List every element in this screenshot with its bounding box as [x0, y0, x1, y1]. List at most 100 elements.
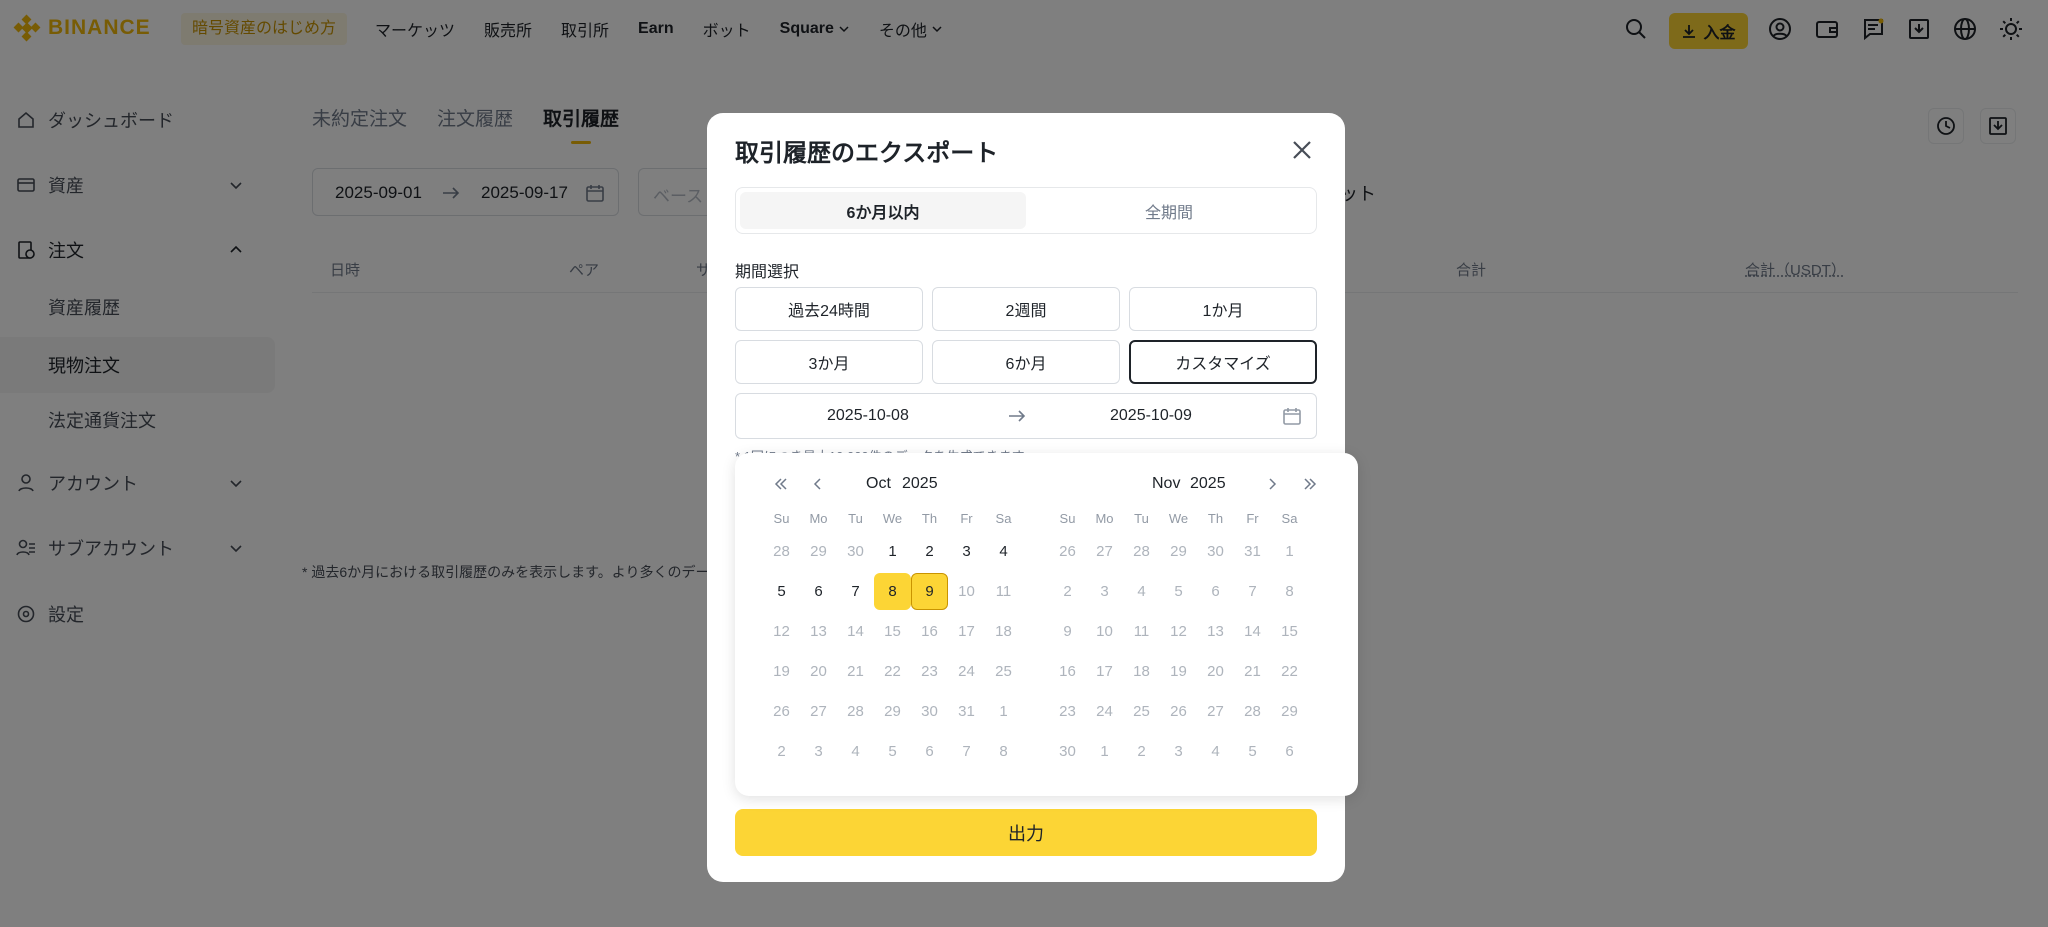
calendar-day: 6	[1211, 583, 1220, 600]
calendar-icon[interactable]	[1282, 406, 1302, 426]
weekday-label: Tu	[848, 511, 863, 526]
calendar-day: 5	[1174, 583, 1183, 600]
period-2w-button[interactable]: 2週間	[932, 287, 1120, 331]
calendar-day[interactable]: 1	[874, 533, 911, 570]
calendar-day: 30	[921, 703, 938, 720]
next-month-icon[interactable]	[1263, 475, 1281, 493]
calendar-day: 31	[958, 703, 975, 720]
calendar-day: 2	[1063, 583, 1072, 600]
calendar-day: 8	[1285, 583, 1294, 600]
calendar-day: 24	[1096, 703, 1113, 720]
calendar-day: 6	[925, 743, 934, 760]
calendar-day: 16	[1059, 663, 1076, 680]
weekday-label: Mo	[1095, 511, 1114, 526]
end-date[interactable]: 2025-10-09	[1110, 407, 1192, 425]
calendar-day: 16	[921, 623, 938, 640]
calendar-day: 7	[1248, 583, 1257, 600]
date-picker: Oct 2025 Nov 2025 Su Mo Tu We Th Fr Sa 28 29 30 1 2…	[735, 453, 1358, 796]
weekday-label: Su	[773, 511, 790, 526]
calendar-day: 28	[847, 703, 864, 720]
calendar-day: 20	[810, 663, 827, 680]
calendar-day[interactable]: 7	[837, 573, 874, 610]
calendar-day: 5	[888, 743, 897, 760]
weekday-label: Th	[921, 511, 938, 526]
calendar-day: 29	[884, 703, 901, 720]
calendar-day: 26	[773, 703, 790, 720]
modal-title: 取引履歴のエクスポート	[735, 140, 999, 167]
calendar-day: 24	[958, 663, 975, 680]
weekday-label: Sa	[995, 511, 1012, 526]
calendar-day: 11	[1133, 623, 1150, 640]
weekday-label: Mo	[809, 511, 828, 526]
calendar-day: 15	[1281, 623, 1298, 640]
calendar-day: 4	[1137, 583, 1146, 600]
seg-all-time[interactable]: 全期間	[1026, 192, 1312, 229]
period-3m-button[interactable]: 3か月	[735, 340, 923, 384]
calendar-day: 30	[1059, 743, 1076, 760]
calendar-day: 29	[1170, 543, 1187, 560]
calendar-day: 14	[847, 623, 864, 640]
calendar-day: 8	[999, 743, 1008, 760]
calendar-day: 27	[810, 703, 827, 720]
calendar-day: 12	[773, 623, 790, 640]
calendar-day: 17	[958, 623, 975, 640]
period-6m-button[interactable]: 6か月	[932, 340, 1120, 384]
calendar-day: 3	[814, 743, 823, 760]
calendar-day[interactable]: 8	[874, 573, 911, 610]
calendar-day: 20	[1207, 663, 1224, 680]
export-button[interactable]: 出力	[735, 809, 1317, 856]
calendar-day: 17	[1096, 663, 1113, 680]
calendar-day[interactable]: 4	[985, 533, 1022, 570]
period-24h-button[interactable]: 過去24時間	[735, 287, 923, 331]
calendar-day: 7	[962, 743, 971, 760]
calendar-day[interactable]: 5	[763, 573, 800, 610]
calendar-day: 29	[810, 543, 827, 560]
calendar-day: 23	[921, 663, 938, 680]
calendar-day[interactable]: 6	[800, 573, 837, 610]
calendar-day[interactable]: 3	[948, 533, 985, 570]
calendar-day: 12	[1170, 623, 1187, 640]
calendar-day: 31	[1244, 543, 1261, 560]
calendar-day: 10	[958, 583, 975, 600]
calendar-day: 28	[1244, 703, 1261, 720]
next-year-icon[interactable]	[1301, 475, 1319, 493]
custom-date-range[interactable]: 2025-10-08 2025-10-09	[735, 393, 1317, 439]
right-month[interactable]: Nov	[1152, 475, 1180, 493]
calendar-day: 10	[1096, 623, 1113, 640]
start-date[interactable]: 2025-10-08	[827, 407, 909, 425]
calendar-day: 22	[1281, 663, 1298, 680]
calendar-day: 21	[1244, 663, 1261, 680]
calendar-day[interactable]: 2	[911, 533, 948, 570]
calendar-day: 11	[995, 583, 1012, 600]
calendar-day: 18	[995, 623, 1012, 640]
period-custom-button[interactable]: カスタマイズ	[1129, 340, 1317, 384]
calendar-day: 1	[999, 703, 1008, 720]
calendar-day: 25	[995, 663, 1012, 680]
calendar-day: 14	[1244, 623, 1261, 640]
calendar-day: 22	[884, 663, 901, 680]
calendar-day: 25	[1133, 703, 1150, 720]
weekday-label: Fr	[960, 511, 973, 526]
right-year[interactable]: 2025	[1190, 475, 1226, 493]
calendar-day: 18	[1133, 663, 1150, 680]
calendar-day: 6	[1285, 743, 1294, 760]
weekday-label: We	[1168, 511, 1189, 526]
calendar-day: 9	[1063, 623, 1072, 640]
seg-six-months[interactable]: 6か月以内	[740, 192, 1026, 229]
calendar-day[interactable]: 9	[911, 573, 948, 610]
arrow-right-icon	[1009, 410, 1026, 422]
calendar-day: 4	[1211, 743, 1220, 760]
calendar-day: 4	[851, 743, 860, 760]
weekday-label: Fr	[1246, 511, 1259, 526]
calendar-day: 2	[1137, 743, 1146, 760]
close-icon[interactable]	[1289, 137, 1315, 163]
calendar-day: 21	[847, 663, 864, 680]
calendar-day: 30	[1207, 543, 1224, 560]
calendar-day: 28	[1133, 543, 1150, 560]
calendar-day: 26	[1059, 543, 1076, 560]
weekday-label: Su	[1059, 511, 1076, 526]
period-1m-button[interactable]: 1か月	[1129, 287, 1317, 331]
calendar-day: 27	[1096, 543, 1113, 560]
calendar-day: 3	[1100, 583, 1109, 600]
calendar-day: 29	[1281, 703, 1298, 720]
